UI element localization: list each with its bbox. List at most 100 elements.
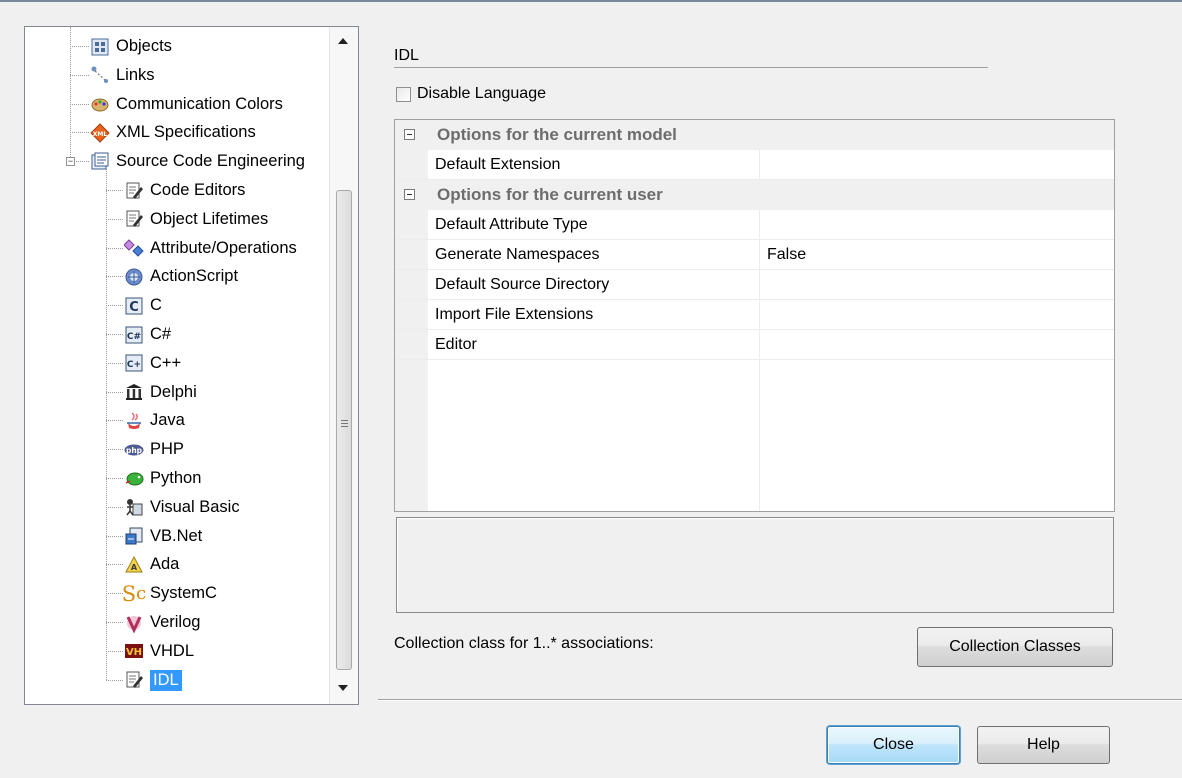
cpp-icon: C+ — [124, 353, 144, 373]
grid-property-name: Editor — [435, 336, 477, 353]
svg-text:VH: VH — [126, 647, 142, 658]
svg-text:A: A — [131, 563, 138, 572]
footer-divider-highlight — [378, 700, 1182, 701]
csharp-icon: C# — [124, 325, 144, 345]
xml-icon: XML — [90, 123, 110, 143]
tree-connector — [106, 593, 123, 595]
tree-item-java[interactable]: Java — [124, 406, 185, 435]
description-panel — [396, 517, 1114, 613]
collapse-category-icon[interactable] — [404, 189, 415, 200]
grid-property-row[interactable]: Generate Namespaces False — [395, 240, 1114, 270]
attribute-operations-icon — [124, 238, 144, 258]
svg-text:C: C — [129, 300, 139, 315]
tree-connector — [106, 449, 123, 451]
disable-language-label: Disable Language — [417, 85, 546, 102]
tree-connector — [106, 218, 123, 220]
tree-item-actionscript[interactable]: ActionScript — [124, 262, 238, 291]
svg-text:C+: C+ — [127, 360, 141, 370]
options-tree[interactable]: Objects Links Communication Colors XML XML S… — [24, 26, 359, 705]
grid-category-label: Options for the current model — [437, 125, 677, 144]
grid-category[interactable]: Options for the current user — [395, 180, 1114, 210]
tree-item-label: VB.Net — [150, 526, 203, 545]
java-icon — [124, 411, 144, 431]
grid-property-value[interactable]: False — [767, 246, 806, 264]
tree-connector — [70, 74, 89, 76]
tree-item-vb-net[interactable]: VB.Net — [124, 522, 202, 551]
systemc-icon: Sc — [121, 581, 147, 606]
tree-item-c[interactable]: C+ C++ — [124, 349, 181, 378]
tree-item-php[interactable]: php PHP — [124, 435, 184, 464]
tree-connector — [106, 679, 123, 681]
tree-item-label: Verilog — [150, 613, 201, 631]
tree-item-c[interactable]: CC — [124, 291, 162, 320]
tree-item-label: Python — [150, 469, 202, 487]
vhdl-icon: VH — [124, 641, 144, 661]
tree-item-xml-specifications[interactable]: XML XML Specifications — [90, 118, 256, 147]
tree-item-systemc[interactable]: Sc SystemC — [121, 579, 217, 608]
property-grid[interactable]: Options for the current model Default Ext… — [394, 119, 1115, 512]
tree-item-label: ActionScript — [150, 267, 239, 286]
verilog-icon — [124, 613, 144, 633]
grip-line — [341, 423, 348, 424]
tree-item-label: VHDL — [150, 641, 195, 660]
tree-item-vhdl[interactable]: VH VHDL — [124, 637, 194, 666]
scroll-down-arrow-icon[interactable] — [338, 685, 348, 691]
tree-item-label: Code Editors — [150, 181, 246, 199]
tree-item-objects[interactable]: Objects — [90, 32, 172, 61]
tree-connector — [106, 391, 123, 393]
page-title: IDL — [394, 47, 419, 64]
grid-property-row[interactable]: Import File Extensions — [395, 300, 1114, 330]
tree-item-c[interactable]: C# C# — [124, 320, 171, 349]
grid-property-row[interactable]: Default Extension — [395, 150, 1114, 180]
php-icon: php — [124, 440, 144, 460]
grid-property-row[interactable]: Default Attribute Type — [395, 210, 1114, 240]
tree-item-label: Objects — [116, 37, 172, 55]
tree-collapse-toggle[interactable]: − — [66, 157, 75, 167]
tree-scrollbar[interactable] — [329, 27, 358, 704]
tree-item-object-lifetimes[interactable]: Object Lifetimes — [124, 205, 268, 234]
svg-text:php: php — [126, 446, 143, 455]
disable-language-checkbox[interactable] — [396, 86, 411, 102]
tree-connector — [106, 622, 123, 623]
collapse-category-icon[interactable] — [404, 129, 415, 140]
title-divider — [394, 67, 988, 68]
tree-item-visual-basic[interactable]: Visual Basic — [124, 493, 240, 522]
tree-connector — [106, 362, 123, 364]
tree-connector — [106, 535, 123, 537]
tree-item-attribute-operations[interactable]: Attribute/Operations — [124, 234, 297, 263]
c-icon: C — [124, 296, 144, 316]
help-button[interactable]: Help — [977, 726, 1110, 764]
svg-text:C#: C# — [127, 332, 141, 342]
tree-item-label: PHP — [150, 440, 184, 459]
tree-item-code-editors[interactable]: Code Editors — [124, 176, 245, 205]
tree-connector — [106, 564, 123, 566]
tree-item-python[interactable]: Python — [124, 464, 201, 493]
tree-item-label: Ada — [150, 555, 180, 574]
tree-item-label: XML Specifications — [116, 123, 256, 142]
delphi-icon — [124, 382, 144, 402]
grip-line — [341, 426, 348, 427]
svg-text:XML: XML — [93, 131, 108, 138]
disable-language-row[interactable]: Disable Language — [396, 85, 546, 103]
tree-item-label: Visual Basic — [150, 497, 240, 516]
scroll-thumb[interactable] — [336, 190, 352, 670]
tree-connector — [106, 506, 123, 508]
tree-item-label: IDL — [150, 669, 182, 691]
close-button[interactable]: Close — [827, 726, 960, 764]
tree-item-verilog[interactable]: Verilog — [124, 608, 200, 637]
grid-property-name: Default Extension — [435, 156, 561, 173]
collection-classes-button[interactable]: Collection Classes — [917, 627, 1113, 667]
tree-item-delphi[interactable]: Delphi — [124, 378, 197, 407]
tree-item-source-code-engineering[interactable]: Source Code Engineering — [90, 147, 305, 176]
grid-property-row[interactable]: Default Source Directory — [395, 270, 1114, 300]
tree-item-label: Links — [116, 65, 155, 84]
tree-item-links[interactable]: Links — [90, 61, 155, 90]
grip-line — [341, 420, 348, 421]
grid-category[interactable]: Options for the current model — [395, 120, 1114, 150]
tree-item-ada[interactable]: A Ada — [124, 550, 179, 579]
scroll-up-arrow-icon[interactable] — [338, 38, 348, 44]
grid-property-name: Import File Extensions — [435, 306, 594, 323]
tree-item-communication-colors[interactable]: Communication Colors — [90, 90, 283, 119]
tree-item-idl[interactable]: IDL — [124, 666, 182, 695]
grid-property-row[interactable]: Editor — [395, 330, 1114, 360]
